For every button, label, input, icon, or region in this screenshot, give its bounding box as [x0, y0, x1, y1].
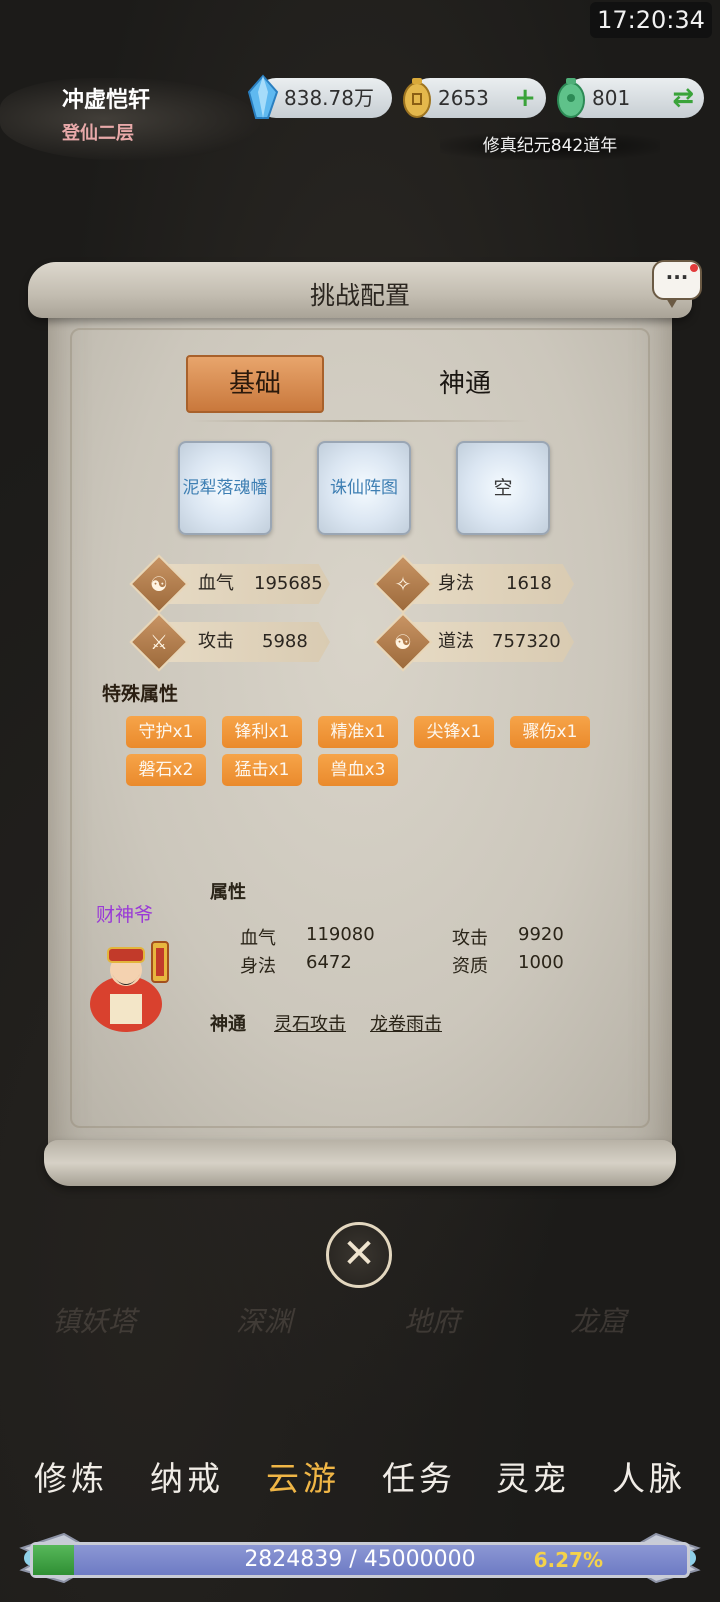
blue-crystal-icon: [247, 74, 279, 119]
exchange-jade-button[interactable]: ⇄: [672, 78, 694, 118]
status-clock: 17:20:34: [590, 2, 712, 38]
stat-value: 1618: [506, 573, 552, 594]
nav-travel[interactable]: 云游: [248, 1452, 358, 1500]
player-name[interactable]: 冲虚恺轩: [62, 82, 150, 114]
nav-connections[interactable]: 人脉: [594, 1452, 704, 1500]
boss-attr-label: 资质: [452, 956, 488, 977]
nav-ring[interactable]: 纳戒: [132, 1452, 242, 1500]
crossed-swords-icon: ⚔: [150, 630, 168, 654]
player-realm: 登仙二层: [62, 123, 134, 144]
stat-label: 攻击: [198, 631, 234, 652]
exp-percent: 6.27%: [533, 1548, 603, 1572]
stat-value: 757320: [492, 631, 561, 652]
equip-slot-2[interactable]: 诛仙阵图: [317, 441, 411, 535]
boss-attr-label: 血气: [240, 928, 276, 949]
resource-value: 2653: [438, 86, 489, 110]
resource-value: 838.78万: [284, 86, 374, 110]
stat-label: 身法: [438, 573, 474, 594]
special-attr-chip[interactable]: 兽血x3: [318, 754, 398, 786]
stat-label: 血气: [198, 573, 234, 594]
equip-slot-1[interactable]: 泥犁落魂幡: [178, 441, 272, 535]
ghost-nav-item: 地府: [404, 1305, 461, 1338]
resource-jade[interactable]: 801 ⇄: [557, 78, 704, 118]
boss-skill-link[interactable]: 龙卷雨击: [370, 1010, 442, 1036]
jade-icon: [557, 78, 585, 118]
equip-slot-3[interactable]: 空: [456, 441, 550, 535]
exp-progress-bar: 2824839 / 45000000 6.27%: [30, 1542, 690, 1578]
ghost-nav-item: 深渊: [236, 1305, 293, 1338]
bubble-tail: [666, 298, 678, 308]
nav-pets[interactable]: 灵宠: [478, 1452, 588, 1500]
gold-coin-icon: [403, 78, 431, 118]
boss-attr-label: 攻击: [452, 928, 488, 949]
resource-value: 801: [592, 86, 631, 110]
boss-skill-link[interactable]: 灵石攻击: [274, 1010, 346, 1036]
add-gold-button[interactable]: +: [514, 78, 536, 118]
special-attr-chip[interactable]: 守护x1: [126, 716, 206, 748]
boss-attr-label: 身法: [240, 956, 276, 977]
resource-spirit-stone[interactable]: 838.78万: [247, 74, 392, 119]
boss-attr-value: 119080: [306, 924, 375, 945]
special-attr-chip[interactable]: 锋利x1: [222, 716, 302, 748]
scroll-bottom-roller: [44, 1140, 676, 1186]
tab-divine-powers[interactable]: 神通: [400, 355, 530, 413]
nav-cultivate[interactable]: 修炼: [16, 1452, 126, 1500]
boss-attr-heading: 属性: [210, 882, 246, 903]
panel-title: 挑战配置: [309, 281, 410, 310]
boss-attr-value: 6472: [306, 952, 352, 973]
boss-skill-heading: 神通: [210, 1014, 246, 1035]
ghost-nav-item: 镇妖塔: [52, 1305, 137, 1338]
stat-label: 道法: [438, 631, 474, 652]
special-attr-chip[interactable]: 骤伤x1: [510, 716, 590, 748]
close-icon[interactable]: ✕: [326, 1222, 392, 1288]
chat-bubble-icon[interactable]: ···: [652, 260, 702, 308]
meditation-icon: ☯: [150, 572, 168, 596]
special-attr-chip[interactable]: 精准x1: [318, 716, 398, 748]
tab-basic[interactable]: 基础: [186, 355, 324, 413]
boss-name: 财神爷: [96, 904, 154, 926]
boss-portrait[interactable]: [82, 934, 178, 1034]
running-icon: ✧: [394, 572, 412, 596]
special-attr-chip[interactable]: 猛击x1: [222, 754, 302, 786]
notification-dot: [690, 264, 698, 272]
stat-value: 195685: [254, 573, 323, 594]
ghost-nav-item: 龙窟: [570, 1305, 627, 1338]
stat-value: 5988: [262, 631, 308, 652]
nav-tasks[interactable]: 任务: [364, 1452, 474, 1500]
special-attr-chip[interactable]: 磐石x2: [126, 754, 206, 786]
exp-bar-container: 2824839 / 45000000 6.27%: [14, 1528, 706, 1588]
era-label: 修真纪元842道年: [440, 132, 660, 160]
boss-attr-value: 1000: [518, 952, 564, 973]
boss-attr-value: 9920: [518, 924, 564, 945]
tab-divider: [190, 420, 530, 422]
special-attrs-title: 特殊属性: [102, 683, 179, 705]
special-attr-chip[interactable]: 尖锋x1: [414, 716, 494, 748]
yin-yang-icon: ☯: [394, 630, 412, 654]
resource-gold[interactable]: 2653 +: [403, 78, 546, 118]
